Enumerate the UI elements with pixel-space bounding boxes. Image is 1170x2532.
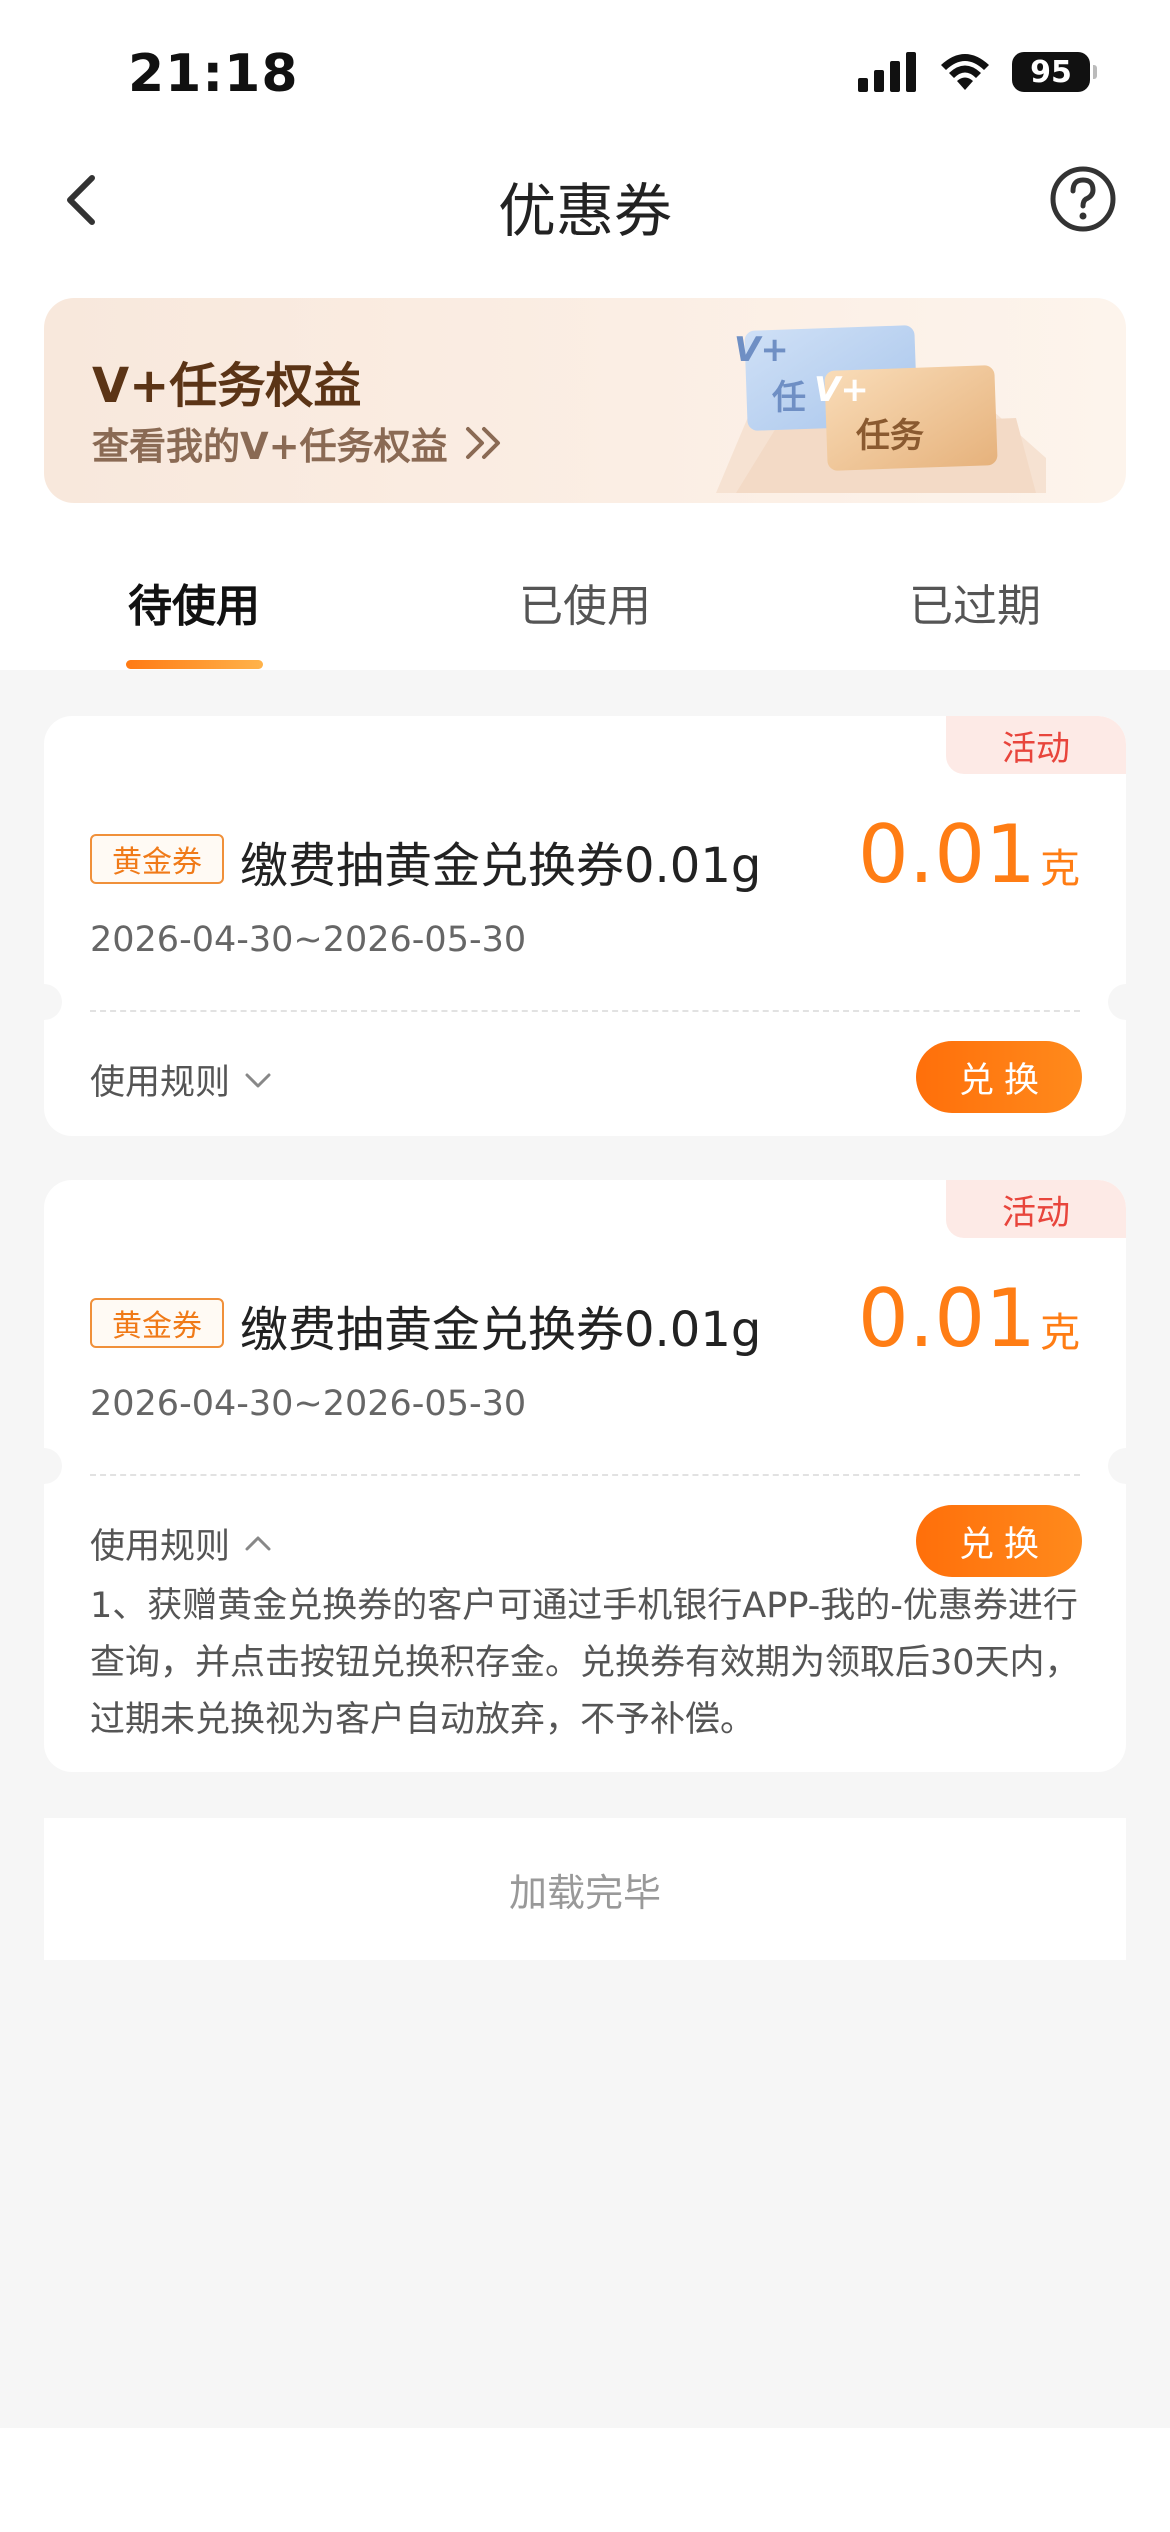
load-complete-footer: 加载完毕: [44, 1818, 1126, 1960]
card-back-label-task: 任: [772, 378, 806, 418]
back-button[interactable]: [52, 168, 116, 232]
coupon-type-badge: 黄金券: [90, 1298, 224, 1348]
usage-rules-label: 使用规则: [90, 1527, 231, 1567]
tab-unused[interactable]: 待使用: [64, 570, 324, 634]
activity-tag: 活动: [946, 1180, 1126, 1238]
card-front-label-task: 任务: [856, 416, 924, 456]
status-time: 21:18: [128, 44, 299, 104]
usage-rules-toggle[interactable]: 使用规则: [90, 1518, 274, 1569]
battery-indicator: 95: [1012, 52, 1097, 92]
nav-bar: 优惠券: [0, 150, 1170, 250]
coupon-card: 活动 黄金券 缴费抽黄金兑换券0.01g 2026-04-30~2026-05-…: [44, 716, 1126, 1136]
banner-subtitle: 查看我的V+任务权益: [92, 425, 448, 468]
usage-rules-toggle[interactable]: 使用规则: [90, 1054, 274, 1105]
coupon-amount: 0.01 克: [858, 808, 1080, 901]
exchange-button[interactable]: 兑换: [916, 1505, 1082, 1577]
usage-rules-text: 1、获赠黄金兑换券的客户可通过手机银行APP-我的-优惠券进行查询，并点击按钮兑…: [90, 1586, 1080, 1740]
activity-tag: 活动: [946, 716, 1126, 774]
help-icon: [1050, 166, 1116, 232]
amount-unit: 克: [1040, 1310, 1080, 1356]
coupon-tabs: 待使用 已使用 已过期: [0, 560, 1170, 670]
coupon-amount: 0.01 克: [858, 1272, 1080, 1365]
status-icons: 95: [858, 52, 1097, 92]
wifi-icon: [941, 54, 989, 90]
exchange-button[interactable]: 兑换: [916, 1041, 1082, 1113]
help-button[interactable]: [1048, 164, 1118, 234]
amount-value: 0.01: [857, 808, 1036, 901]
home-indicator-area: [0, 2428, 1170, 2532]
dashed-divider: [90, 1010, 1080, 1012]
coupon-card: 活动 黄金券 缴费抽黄金兑换券0.01g 2026-04-30~2026-05-…: [44, 1180, 1126, 1772]
banner-link[interactable]: 查看我的V+任务权益: [92, 416, 508, 470]
coupon-name: 缴费抽黄金兑换券0.01g: [240, 838, 762, 894]
chevron-down-icon: [245, 1073, 271, 1087]
amount-value: 0.01: [857, 1272, 1036, 1365]
card-notch-left: [44, 1448, 62, 1484]
card-back-label-vplus: V+: [734, 330, 789, 370]
tab-active-indicator: [126, 660, 263, 669]
double-chevron-right-icon: [465, 427, 500, 459]
vplus-banner[interactable]: V+任务权益 查看我的V+任务权益 V+ 任 V+ 任务: [44, 298, 1126, 503]
dashed-divider: [90, 1474, 1080, 1476]
chevron-left-icon: [67, 175, 95, 225]
coupon-validity-date: 2026-04-30~2026-05-30: [90, 920, 527, 960]
status-bar: 21:18 95: [0, 0, 1170, 150]
page-title: 优惠券: [497, 177, 672, 245]
tab-expired[interactable]: 已过期: [845, 570, 1105, 634]
tab-used[interactable]: 已使用: [455, 570, 715, 634]
card-notch-right: [1108, 1448, 1126, 1484]
card-notch-left: [44, 984, 62, 1020]
card-front-label-vplus: V+: [814, 370, 869, 410]
load-complete-text: 加载完毕: [508, 1870, 661, 1915]
chevron-up-icon: [245, 1536, 271, 1550]
coupon-validity-date: 2026-04-30~2026-05-30: [90, 1384, 527, 1424]
coupon-name: 缴费抽黄金兑换券0.01g: [240, 1302, 762, 1358]
coupon-type-badge: 黄金券: [90, 834, 224, 884]
amount-unit: 克: [1040, 846, 1080, 892]
usage-rules-label: 使用规则: [90, 1063, 231, 1103]
banner-title: V+任务权益: [92, 358, 362, 414]
signal-icon: [858, 52, 916, 92]
card-notch-right: [1108, 984, 1126, 1020]
